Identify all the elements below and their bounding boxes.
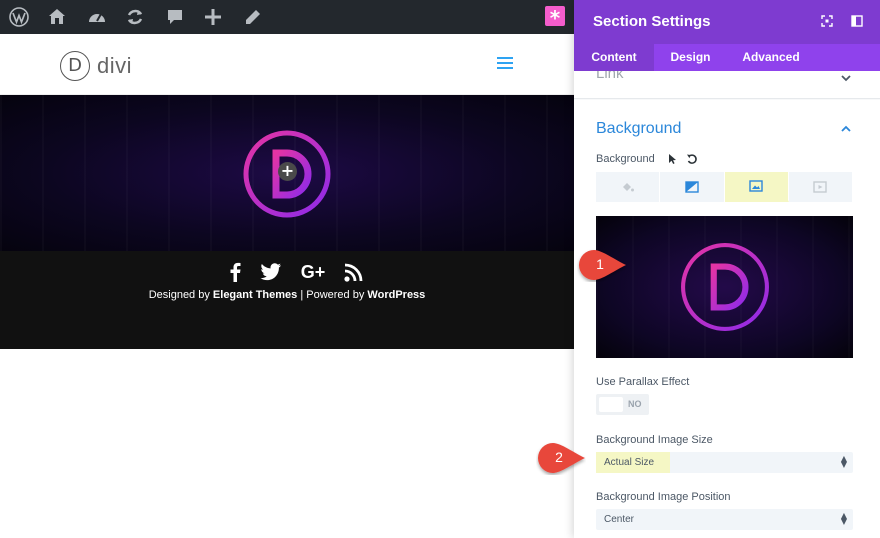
wp-admin-bar: * <box>0 0 574 34</box>
dashboard-icon[interactable] <box>86 6 108 28</box>
bg-type-gradient[interactable] <box>660 172 725 202</box>
add-module-icon[interactable]: + <box>278 162 297 181</box>
tab-design[interactable]: Design <box>654 44 727 71</box>
panel-header: Section Settings <box>574 0 880 44</box>
image-size-label: Background Image Size <box>596 434 713 446</box>
updates-icon[interactable] <box>124 6 146 28</box>
select-arrows-icon: ▲ ▼ <box>840 454 847 469</box>
background-type-tabs <box>596 172 853 202</box>
video-icon <box>813 181 828 193</box>
twitter-icon[interactable] <box>260 261 282 283</box>
credit-prefix: Designed by <box>148 289 210 301</box>
image-position-value: Center <box>604 514 635 525</box>
credit-separator: | Powered by <box>300 289 365 301</box>
parallax-toggle-value: NO <box>628 399 642 409</box>
credit-platform-link[interactable]: WordPress <box>367 289 425 301</box>
reset-icon[interactable] <box>686 153 698 165</box>
divi-logo-icon <box>681 243 769 331</box>
snap-panel-icon[interactable] <box>851 15 863 27</box>
divi-star-icon[interactable]: * <box>545 6 565 30</box>
tab-content[interactable]: Content <box>574 44 654 71</box>
new-icon[interactable] <box>202 6 224 28</box>
site-logo-mark[interactable]: D <box>60 51 90 81</box>
link-section-toggle[interactable]: Link <box>574 71 880 99</box>
screen: * D divi + G+ Designed by Elegant Themes… <box>0 0 880 538</box>
image-size-select[interactable]: Actual Size ▲ ▼ <box>596 452 853 473</box>
bg-type-color[interactable] <box>596 172 661 202</box>
parallax-toggle[interactable]: NO <box>596 394 649 415</box>
edit-icon[interactable] <box>242 6 264 28</box>
fullscreen-icon[interactable] <box>821 15 833 27</box>
annotation-marker-1: 1 <box>577 248 627 282</box>
comments-icon[interactable] <box>164 6 186 28</box>
chevron-up-icon[interactable] <box>841 124 851 134</box>
image-position-label: Background Image Position <box>596 491 731 503</box>
site-footer: G+ Designed by Elegant Themes | Powered … <box>0 251 574 349</box>
wordpress-icon[interactable] <box>8 6 30 28</box>
color-icon <box>622 183 634 192</box>
site-logo-text[interactable]: divi <box>97 53 132 79</box>
rss-icon[interactable] <box>343 261 363 283</box>
google-plus-icon[interactable]: G+ <box>297 261 329 283</box>
link-section-title: Link <box>596 71 624 82</box>
background-section-title[interactable]: Background <box>596 120 681 138</box>
background-image-preview[interactable] <box>596 216 853 358</box>
background-field-label: Background <box>596 153 655 165</box>
footer-credit: Designed by Elegant Themes | Powered by … <box>0 289 574 301</box>
annotation-marker-2: 2 <box>536 441 586 475</box>
parallax-label: Use Parallax Effect <box>596 376 690 388</box>
site-header: D divi <box>0 34 574 95</box>
background-section: Background Background Use Parallax Effec… <box>574 100 880 538</box>
tab-advanced[interactable]: Advanced <box>727 44 815 71</box>
credit-brand-link[interactable]: Elegant Themes <box>213 289 297 301</box>
panel-title: Section Settings <box>593 13 711 30</box>
hero-section[interactable]: + <box>0 95 574 251</box>
facebook-icon[interactable] <box>228 261 242 283</box>
gradient-icon <box>685 181 699 193</box>
bg-type-video[interactable] <box>789 172 853 202</box>
hamburger-icon[interactable] <box>497 57 513 69</box>
image-position-select[interactable]: Center ▲ ▼ <box>596 509 853 530</box>
bg-type-image[interactable] <box>724 172 789 202</box>
image-icon <box>749 180 763 192</box>
panel-tabs: Content Design Advanced <box>574 44 880 71</box>
cursor-icon[interactable] <box>666 153 678 165</box>
sitemap-icon[interactable] <box>46 6 68 28</box>
image-size-value: Actual Size <box>604 457 655 468</box>
chevron-down-icon <box>841 75 851 82</box>
select-arrows-icon: ▲ ▼ <box>840 511 847 526</box>
